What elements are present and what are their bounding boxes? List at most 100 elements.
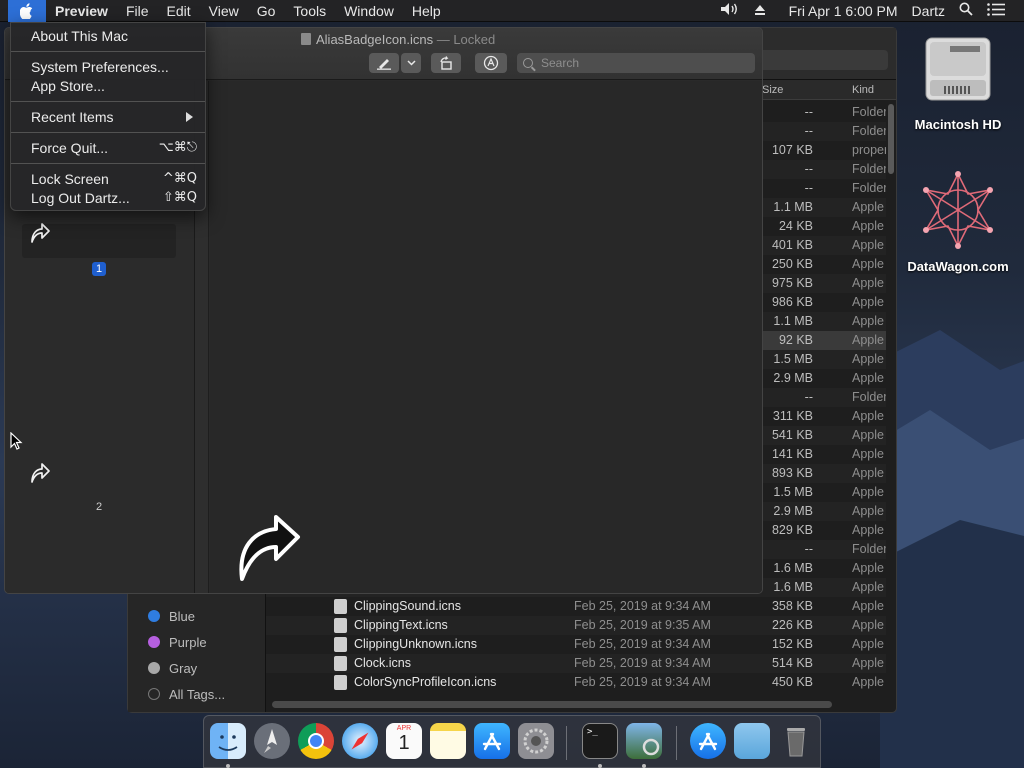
menu-item-log-out[interactable]: Log Out Dartz... xyxy=(31,190,130,206)
dock-app-store-downloads-icon[interactable] xyxy=(690,723,726,759)
dock-safari-icon[interactable] xyxy=(342,723,378,759)
dock-app-store-icon[interactable] xyxy=(474,723,510,759)
mouse-cursor-icon xyxy=(10,432,23,450)
notification-center-icon[interactable] xyxy=(980,0,1012,22)
finder-search-field[interactable] xyxy=(758,50,888,70)
menu-window[interactable]: Window xyxy=(335,0,403,22)
file-size: 107 KB xyxy=(771,143,813,157)
mountain-wallpaper xyxy=(880,330,1024,768)
file-size: 152 KB xyxy=(771,637,813,651)
dock-preview-icon[interactable] xyxy=(626,723,662,759)
table-row[interactable]: ClippingSound.icns Feb 25, 2019 at 9:34 A… xyxy=(266,597,886,616)
dock-system-preferences-icon[interactable] xyxy=(518,723,554,759)
document-canvas[interactable] xyxy=(210,81,762,593)
window-title: AliasBadgeIcon.icns — Locked xyxy=(301,32,495,47)
rotate-icon xyxy=(440,56,452,70)
dock-running-indicator xyxy=(642,764,646,768)
sidebar-tag-gray[interactable]: Gray xyxy=(128,655,266,681)
file-kind: Apple xyxy=(852,333,884,347)
tag-color-dot xyxy=(148,610,160,622)
menu-view[interactable]: View xyxy=(200,0,248,22)
file-kind: property xyxy=(852,143,886,157)
dock-notes-icon[interactable] xyxy=(430,723,466,759)
menu-go[interactable]: Go xyxy=(248,0,285,22)
menu-separator xyxy=(11,51,205,52)
vertical-scrollbar[interactable] xyxy=(888,104,894,174)
file-kind: Apple xyxy=(852,485,884,499)
file-size: 226 KB xyxy=(771,618,813,632)
file-kind: Folder xyxy=(852,181,886,195)
desktop-icon-datawagon[interactable]: DataWagon.com xyxy=(898,170,1018,274)
file-size: 141 KB xyxy=(771,447,813,461)
calendar-day: 1 xyxy=(398,732,410,754)
menu-item-lock-screen[interactable]: Lock Screen xyxy=(31,171,109,187)
menu-file[interactable]: File xyxy=(117,0,158,22)
tag-color-dot xyxy=(148,636,160,648)
apple-menu-icon[interactable] xyxy=(8,0,46,22)
sidebar-tag-purple[interactable]: Purple xyxy=(128,629,266,655)
volume-icon[interactable] xyxy=(713,0,747,22)
menu-item-force-quit[interactable]: Force Quit... xyxy=(31,140,108,156)
dock-folder-icon[interactable] xyxy=(734,723,770,759)
menu-help[interactable]: Help xyxy=(403,0,450,22)
table-row[interactable]: ClippingText.icns Feb 25, 2019 at 9:35 AM… xyxy=(266,616,886,635)
alias-badge-image xyxy=(239,515,300,581)
spotlight-icon[interactable] xyxy=(952,0,980,22)
dock-chrome-icon[interactable] xyxy=(298,723,334,759)
horizontal-scrollbar[interactable] xyxy=(272,701,832,708)
file-size: 92 KB xyxy=(778,333,813,347)
finder-tags: Blue Purple Gray All Tags... xyxy=(128,603,266,707)
eject-icon[interactable] xyxy=(747,0,773,22)
file-icon xyxy=(334,618,347,633)
dock-finder-icon[interactable] xyxy=(210,723,246,759)
menu-item-about-this-mac[interactable]: About This Mac xyxy=(31,28,128,44)
menu-separator xyxy=(11,163,205,164)
page-thumbnail-1[interactable] xyxy=(29,221,183,255)
log-out-shortcut: ⇧⌘Q xyxy=(162,190,197,205)
file-kind: Folder xyxy=(852,105,886,119)
file-date: Feb 25, 2019 at 9:34 AM xyxy=(574,656,711,670)
dock-launchpad-icon[interactable] xyxy=(254,723,290,759)
page-thumbnail-2[interactable] xyxy=(29,461,183,495)
window-title-text: AliasBadgeIcon.icns xyxy=(316,32,434,47)
sidebar-tag-all-tags[interactable]: All Tags... xyxy=(128,681,266,707)
dock-calendar-icon[interactable]: APR 1 xyxy=(386,723,422,759)
file-size: 1.5 MB xyxy=(773,485,813,499)
file-kind: Apple xyxy=(852,352,884,366)
document-icon xyxy=(301,33,311,45)
markup-pen-button[interactable] xyxy=(369,53,399,73)
table-row[interactable]: ColorSyncProfileIcon.icns Feb 25, 2019 at… xyxy=(266,673,886,692)
rotate-button[interactable] xyxy=(431,53,461,73)
markup-dropdown-button[interactable] xyxy=(401,53,421,73)
menu-separator xyxy=(11,132,205,133)
table-row[interactable]: ClippingUnknown.icns Feb 25, 2019 at 9:34… xyxy=(266,635,886,654)
menu-item-system-preferences[interactable]: System Preferences... xyxy=(31,59,169,75)
dock-trash-icon[interactable] xyxy=(778,723,814,759)
tag-label: Gray xyxy=(169,660,198,676)
column-kind[interactable]: Kind xyxy=(852,84,874,96)
alias-arrow-icon xyxy=(31,463,50,483)
menu-app-name[interactable]: Preview xyxy=(46,0,117,22)
file-size: 1.6 MB xyxy=(773,580,813,594)
menu-tools[interactable]: Tools xyxy=(284,0,335,22)
menu-clock[interactable]: Fri Apr 1 6:00 PM xyxy=(773,0,905,22)
file-kind: Apple xyxy=(852,447,884,461)
menu-bar: Preview File Edit View Go Tools Window H… xyxy=(0,0,1024,22)
menu-separator xyxy=(11,101,205,102)
menu-item-app-store[interactable]: App Store... xyxy=(31,78,105,94)
column-size[interactable]: Size xyxy=(762,84,783,96)
search-input[interactable]: Search xyxy=(517,53,755,73)
menu-edit[interactable]: Edit xyxy=(158,0,200,22)
markup-toolbar-button[interactable] xyxy=(475,53,507,73)
desktop-icon-macintosh-hd[interactable]: Macintosh HD xyxy=(898,32,1018,132)
file-size: -- xyxy=(804,162,813,176)
menu-user[interactable]: Dartz xyxy=(905,0,952,22)
dock-terminal-icon[interactable]: >_ xyxy=(582,723,618,759)
file-size: -- xyxy=(804,542,813,556)
sidebar-tag-blue[interactable]: Blue xyxy=(128,603,266,629)
file-size: 541 KB xyxy=(771,428,813,442)
file-size: 24 KB xyxy=(778,219,813,233)
table-row[interactable]: Clock.icns Feb 25, 2019 at 9:34 AM 514 KB A… xyxy=(266,654,886,673)
menu-item-recent-items[interactable]: Recent Items xyxy=(31,109,113,125)
locked-status[interactable]: — Locked xyxy=(437,32,496,47)
